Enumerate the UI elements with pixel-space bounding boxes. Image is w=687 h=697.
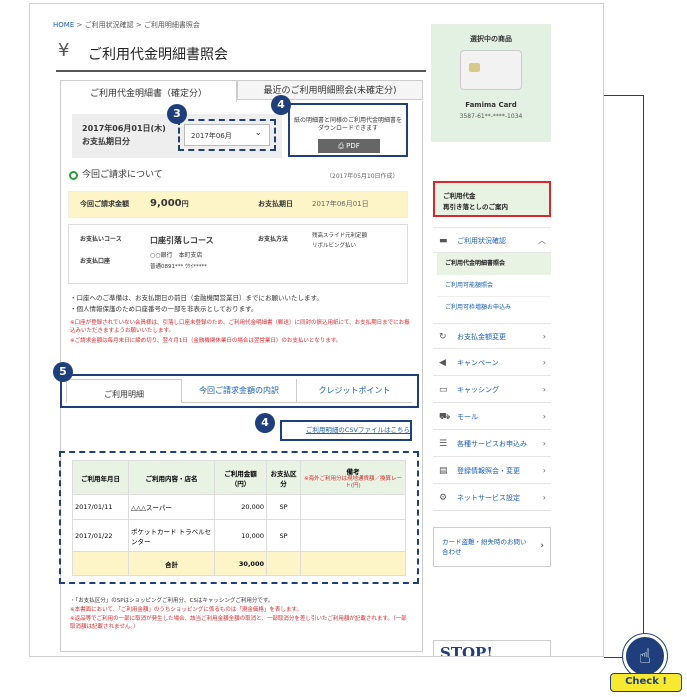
- method-line1: 残高スライド元利定額: [312, 233, 368, 239]
- subtab-points[interactable]: クレジットポイント: [296, 379, 412, 403]
- due-value: 2017年06月01日: [312, 200, 369, 208]
- pdf-icon: ⎙: [338, 142, 344, 150]
- status-circle-icon: [69, 171, 78, 180]
- course-value: 口座引落しコース: [150, 236, 214, 245]
- card-icon: ▬: [439, 236, 448, 246]
- subtab-breakdown[interactable]: 今回ご請求金額の内訳: [182, 379, 296, 403]
- chevron-up-icon: ︿: [538, 236, 546, 245]
- note-red: ※本書面において、「ご利用金額」のうちショッピングに係るものは「現金価格」を表し…: [70, 607, 302, 613]
- chevron-right-icon: ›: [542, 493, 546, 502]
- badge-3: 3: [167, 104, 187, 124]
- sidebar-item-cashing[interactable]: ▭ キャッシング ›: [433, 377, 551, 403]
- tab-unconfirmed[interactable]: 最近のご利用明細照会(未確定分): [237, 80, 423, 100]
- csv-download-link[interactable]: ご利用明細のCSVファイルはこちら: [288, 426, 410, 435]
- lost-card-link[interactable]: カード盗難・紛失時のお問い 合わせ ›: [433, 527, 551, 567]
- sidebar-subitem-statement[interactable]: ご利用代金明細書照会: [437, 253, 551, 275]
- method-line2: リボルビング払い: [312, 243, 357, 249]
- sidebar-subitem-available[interactable]: ご利用可能額照会: [437, 275, 551, 297]
- card-number: 3587-61**-****-1034: [459, 113, 523, 120]
- sidebar-subitem-increase[interactable]: ご利用可枠増額お申込み: [437, 297, 551, 319]
- method-label: お支払方法: [258, 236, 289, 243]
- check-button[interactable]: Check !: [610, 673, 682, 692]
- chevron-right-icon: ›: [542, 385, 546, 394]
- due-label: お支払期日: [258, 200, 293, 208]
- connector-line: [604, 95, 644, 96]
- subtab-usage[interactable]: ご利用明細: [66, 379, 182, 403]
- credit-card-image: [460, 50, 522, 90]
- col-amount: ご利用金額（円）: [214, 460, 267, 495]
- amount-value: 9,000円: [150, 198, 189, 209]
- tab-confirmed[interactable]: ご利用代金明細書（確定分）: [60, 80, 237, 102]
- billing-date-caption: お支払期日分: [82, 137, 130, 146]
- cart-icon: ⛟: [439, 412, 451, 422]
- chevron-right-icon: ›: [542, 412, 546, 421]
- col-remark: 備考 ※海外ご利用分は現地通貨額／換算レート(円): [300, 460, 406, 495]
- chevron-right-icon: ›: [542, 466, 546, 475]
- col-shop: ご利用内容・店名: [128, 460, 215, 495]
- sidebar-item-usage[interactable]: ▬ ご利用状況確認 ︿: [433, 227, 551, 253]
- sidebar-item-campaign[interactable]: ◀ キャンペーン ›: [433, 350, 551, 376]
- badge-4: 4: [271, 95, 291, 115]
- sidebar-item-payment-change[interactable]: ↻ お支払金額変更 ›: [433, 323, 551, 349]
- document-icon: ▤: [439, 466, 448, 476]
- breadcrumb-home[interactable]: HOME: [53, 21, 74, 29]
- table-total-row: 合計 30,000: [72, 551, 406, 576]
- pdf-download-button[interactable]: ⎙ PDF: [318, 139, 380, 153]
- chevron-right-icon: ›: [540, 541, 544, 551]
- note: ・個人情報保護のため口座番号の一部を非表示としております。: [70, 305, 258, 313]
- chip-icon: [469, 63, 480, 72]
- megaphone-icon: ◀: [439, 358, 446, 368]
- note-red: ※返品等でご利用の一部に取消が発生した場合、該当ご利用金額全額の取消と、一部取消…: [70, 616, 407, 630]
- chevron-right-icon: ›: [542, 439, 546, 448]
- account-label: お支払口座: [80, 258, 111, 265]
- wallet-icon: ▭: [439, 385, 448, 395]
- pdf-description: 紙の明細書と同様のご利用代金明細書をダウンロードできます: [293, 117, 402, 132]
- note-red: ※ご請求金額は毎月末日に締め切り、翌々月1日（金融機関休業日の場合は翌営業日）の…: [70, 338, 342, 344]
- highlight-month-select: [178, 119, 276, 151]
- sidebar-item-mall[interactable]: ⛟ モール ›: [433, 404, 551, 430]
- billing-heading: 今回ご請求について: [82, 170, 163, 180]
- note: ・「お支払区分」のSPはショッピングご利用分、CSはキャッシングご利用分です。: [70, 598, 274, 604]
- sidebar-item-services[interactable]: ☰ 各種サービスお申込み ›: [433, 431, 551, 457]
- billing-created: （2017年05月10日作成）: [326, 173, 399, 180]
- stop-banner[interactable]: STOP!: [433, 640, 551, 657]
- usage-table: ご利用年月日 ご利用内容・店名 ご利用金額（円） お支払区分 備考 ※海外ご利用…: [72, 460, 406, 576]
- account-number: 普通0891*** ｳｹｲ*****: [150, 264, 207, 270]
- list-icon: ☰: [439, 439, 448, 449]
- bank-name: ○○銀行 本町支店: [150, 252, 203, 259]
- refresh-icon: ↻: [439, 332, 447, 342]
- table-row: 2017/01/11 △△△スーパー 20,000 SP: [72, 494, 406, 520]
- pointer-hand-icon: ☝: [623, 634, 667, 678]
- badge-5: 5: [53, 362, 73, 382]
- page-title: ¥ ご利用代金明細書照会: [56, 40, 426, 72]
- chevron-right-icon: ›: [542, 358, 546, 367]
- col-kind: お支払区分: [266, 460, 301, 495]
- chevron-right-icon: ›: [542, 332, 546, 341]
- gear-icon: ⚙: [439, 493, 448, 503]
- card-panel-heading: 選択中の商品: [470, 35, 512, 43]
- col-date: ご利用年月日: [72, 460, 129, 495]
- table-row: 2017/01/22 ポケットカード トラベルセンター 10,000 SP: [72, 519, 406, 552]
- billing-date: 2017年06月01日(木): [82, 124, 166, 133]
- course-label: お支払いコース: [80, 236, 122, 243]
- yen-icon: ¥: [58, 40, 70, 61]
- sidebar-item-registration[interactable]: ▤ 登録情報照会・変更 ›: [433, 458, 551, 484]
- note-red: ※口座が登録されていない会員様は、引落し口座未登録のため、ご利用代金明細書（郵送…: [70, 320, 410, 334]
- amount-label: 今回ご請求金額: [80, 200, 129, 208]
- breadcrumb-current: ご利用明細書照会: [143, 21, 200, 29]
- badge-4: 4: [255, 413, 275, 433]
- sidebar-item-net-settings[interactable]: ⚙ ネットサービス設定 ›: [433, 485, 551, 511]
- breadcrumb: HOME > ご利用状況確認 > ご利用明細書照会: [53, 21, 200, 29]
- breadcrumb-usage[interactable]: ご利用状況確認: [85, 21, 134, 29]
- card-name: Famima Card: [465, 101, 517, 109]
- rewithdrawal-notice[interactable]: ご利用代金 再引き落としのご案内: [433, 181, 551, 217]
- connector-line: [643, 95, 644, 640]
- note: ・口座へのご準備は、お支払期日の前日（金融機関営業日）までにお願いいたします。: [70, 294, 323, 302]
